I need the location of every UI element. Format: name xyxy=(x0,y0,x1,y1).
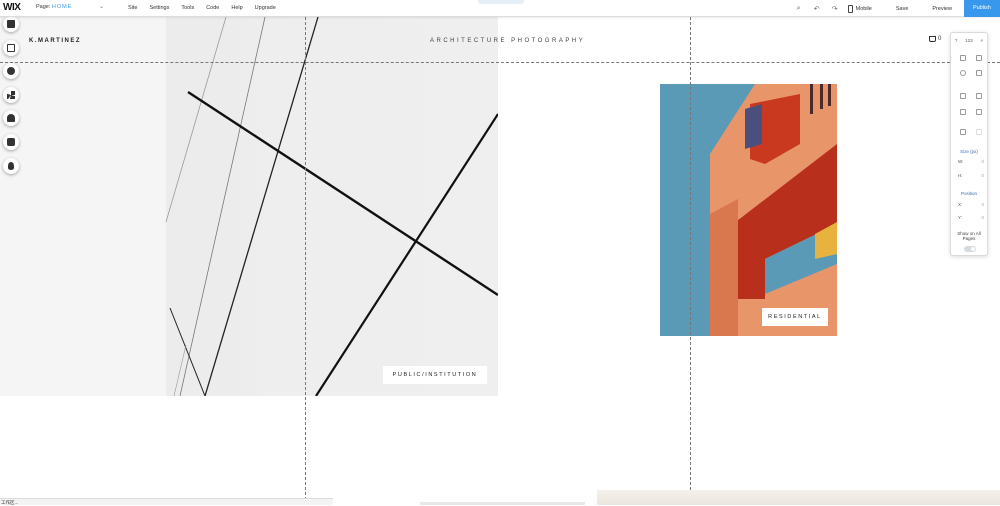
mobile-phone-icon xyxy=(847,4,853,13)
copy-icon[interactable] xyxy=(960,55,966,61)
menu-settings[interactable]: Settings xyxy=(149,5,169,11)
left-tool-strip xyxy=(3,16,19,181)
tag-residential[interactable]: RESIDENTIAL xyxy=(762,308,828,326)
app-market-button[interactable] xyxy=(3,86,19,103)
building-graphic xyxy=(660,84,837,336)
shopping-bag-icon xyxy=(929,36,936,42)
pen-icon xyxy=(8,161,14,170)
x-field[interactable]: X: 0 xyxy=(958,202,984,207)
delete-icon[interactable] xyxy=(976,70,982,76)
residential-photo[interactable]: RESIDENTIAL xyxy=(660,84,837,336)
menu-tools[interactable]: Tools xyxy=(181,5,194,11)
inspector-id: 123 xyxy=(965,38,973,43)
hero-image-left[interactable]: PUBLIC/INSTITUTION xyxy=(0,17,498,396)
duplicate-icon[interactable] xyxy=(960,70,966,76)
show-on-all-label: Show on All Pages xyxy=(957,231,981,241)
menu-upgrade[interactable]: Upgrade xyxy=(255,5,276,11)
publish-button[interactable]: Publish xyxy=(963,0,1000,17)
height-label: H: xyxy=(958,173,963,178)
site-title[interactable]: ARCHITECTURE PHOTOGRAPHY xyxy=(430,38,585,44)
x-value: 0 xyxy=(981,202,984,207)
background-icon xyxy=(7,43,15,52)
editor-top-bar: WIX Page: HOME ⌄ Site Settings Tools Cod… xyxy=(0,0,1000,17)
x-label: X: xyxy=(958,202,963,207)
width-label: W: xyxy=(958,159,964,164)
pen-button[interactable] xyxy=(3,157,19,174)
chevron-down-icon: ⌄ xyxy=(98,4,104,10)
next-section-image[interactable] xyxy=(597,490,1000,505)
stretch-icon[interactable] xyxy=(960,129,966,135)
menu-code[interactable]: Code xyxy=(206,5,219,11)
add-button[interactable] xyxy=(3,63,19,80)
y-value: 0 xyxy=(981,215,984,220)
header-guide-line xyxy=(0,62,1000,63)
tag-public-institution[interactable]: PUBLIC/INSTITUTION xyxy=(383,366,487,384)
site-brand[interactable]: K.MARTINEZ xyxy=(29,38,81,44)
y-label: Y: xyxy=(958,215,963,220)
media-upload-button[interactable] xyxy=(3,110,19,127)
app-market-icon xyxy=(7,90,15,99)
show-on-all-toggle[interactable] xyxy=(964,246,976,252)
preview-button[interactable]: Preview xyxy=(920,6,964,12)
distribute-icon[interactable] xyxy=(976,109,982,115)
gridline-right xyxy=(690,17,691,505)
width-field[interactable]: W: 0 xyxy=(958,159,984,164)
top-right-tools: ⌕ ↶ ↷ Mobile Save Preview Publish xyxy=(790,0,1000,17)
paste-icon[interactable] xyxy=(976,55,982,61)
rotate-icon[interactable] xyxy=(976,129,982,135)
cart-widget[interactable]: 0 xyxy=(929,36,941,42)
size-label: Size (px) xyxy=(960,149,978,154)
position-label: Position xyxy=(960,191,977,196)
mobile-label: Mobile xyxy=(855,5,872,12)
menu-help[interactable]: Help xyxy=(231,5,242,11)
y-field[interactable]: Y: 0 xyxy=(958,215,984,220)
cart-count: 0 xyxy=(938,36,942,42)
editor-canvas[interactable]: PUBLIC/INSTITUTION K.MARTINEZ ARCHITECTU… xyxy=(0,17,1000,505)
menu-site[interactable]: Site xyxy=(128,5,137,11)
blog-button[interactable] xyxy=(3,133,19,150)
cloud-upload-icon xyxy=(7,114,15,123)
width-value: 0 xyxy=(981,159,984,164)
layers-icon[interactable] xyxy=(976,93,982,99)
gridline-left xyxy=(305,17,306,505)
page-selector[interactable]: Page: HOME ⌄ xyxy=(36,4,106,13)
zoom-icon[interactable]: ⌕ xyxy=(790,5,808,13)
background-button[interactable] xyxy=(3,39,19,56)
stage-handle[interactable] xyxy=(478,0,524,4)
pages-menu-button[interactable] xyxy=(3,16,19,32)
top-menu: Site Settings Tools Code Help Upgrade xyxy=(128,5,288,11)
inspector-panel: ? 123 × Size (px) W: 0 H: 0 Position X: 0 Y… xyxy=(950,32,988,256)
page-value: HOME xyxy=(51,4,73,10)
wix-logo[interactable]: WIX xyxy=(3,2,21,13)
page-prefix: Page: xyxy=(36,4,51,10)
height-value: 0 xyxy=(981,173,984,178)
save-button[interactable]: Save xyxy=(884,6,921,12)
close-icon[interactable]: × xyxy=(980,38,983,43)
arrange-icon[interactable] xyxy=(960,93,966,99)
help-icon[interactable]: ? xyxy=(955,38,958,43)
mobile-switch[interactable]: Mobile xyxy=(847,4,872,13)
pages-icon xyxy=(7,20,15,28)
inspector-header: ? 123 × xyxy=(951,38,987,43)
architecture-lines-graphic xyxy=(0,17,498,396)
blog-icon xyxy=(7,137,15,146)
height-field[interactable]: H: 0 xyxy=(958,173,984,178)
add-icon xyxy=(7,67,15,76)
undo-icon[interactable]: ↶ xyxy=(808,5,826,13)
redo-icon[interactable]: ↷ xyxy=(826,5,844,13)
status-bar: 工作区... xyxy=(0,498,333,505)
align-icon[interactable] xyxy=(960,109,966,115)
